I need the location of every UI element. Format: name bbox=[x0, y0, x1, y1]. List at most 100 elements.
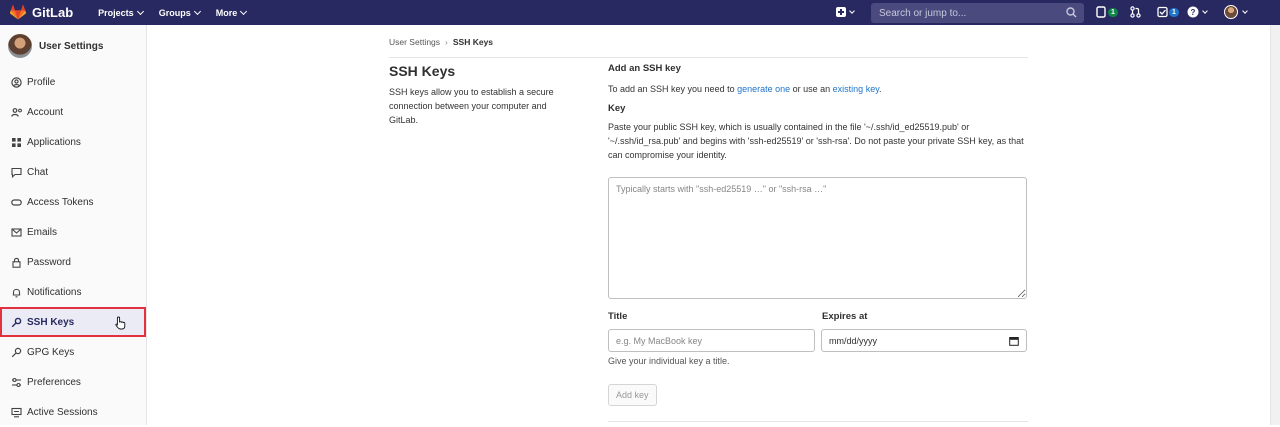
chevron-down-icon bbox=[849, 7, 855, 14]
expires-label: Expires at bbox=[822, 311, 868, 322]
sidebar-item-label: Chat bbox=[27, 166, 49, 178]
top-navbar: GitLab Projects Groups More 1 bbox=[0, 0, 1280, 25]
title-field[interactable] bbox=[608, 329, 815, 352]
instructions-text: . bbox=[879, 84, 882, 94]
intro-section: SSH Keys SSH keys allow you to establish… bbox=[389, 63, 574, 127]
title-input[interactable] bbox=[616, 335, 807, 346]
sidebar-item-chat[interactable]: Chat bbox=[0, 157, 146, 187]
settings-sidebar: User Settings Profile Account Applicatio… bbox=[0, 25, 147, 425]
user-avatar-icon bbox=[1224, 5, 1238, 19]
calendar-icon[interactable] bbox=[1009, 336, 1019, 346]
chevron-down-icon bbox=[240, 7, 248, 15]
plus-icon bbox=[836, 7, 846, 17]
breadcrumb: User Settings › SSH Keys bbox=[389, 37, 493, 47]
sidebar-item-ssh-keys[interactable]: SSH Keys bbox=[0, 307, 146, 337]
issues-icon bbox=[1096, 6, 1106, 18]
svg-text:?: ? bbox=[1191, 8, 1196, 17]
bell-icon bbox=[10, 286, 22, 298]
top-nav-menu: Projects Groups More bbox=[98, 7, 262, 18]
sidebar-item-label: Preferences bbox=[27, 376, 81, 388]
sidebar-item-label: Notifications bbox=[27, 286, 82, 298]
instructions-text: To add an SSH key you need to bbox=[608, 84, 738, 94]
merge-request-icon bbox=[1130, 6, 1141, 18]
sidebar-header[interactable]: User Settings bbox=[0, 25, 146, 67]
sidebar-item-applications[interactable]: Applications bbox=[0, 127, 146, 157]
sidebar-item-active-sessions[interactable]: Active Sessions bbox=[0, 397, 146, 427]
more-label: More bbox=[215, 7, 238, 18]
add-key-instructions: To add an SSH key you need to generate o… bbox=[608, 82, 1028, 96]
preferences-icon bbox=[10, 376, 22, 388]
chevron-down-icon bbox=[1242, 7, 1248, 14]
key-help-text: Paste your public SSH key, which is usua… bbox=[608, 122, 1024, 160]
email-icon bbox=[10, 226, 22, 238]
sidebar-item-password[interactable]: Password bbox=[0, 247, 146, 277]
chevron-down-icon bbox=[193, 7, 201, 15]
chevron-down-icon bbox=[1202, 7, 1208, 14]
projects-dropdown[interactable]: Projects bbox=[98, 7, 144, 18]
add-ssh-key-form: Add an SSH key To add an SSH key you nee… bbox=[608, 62, 1028, 406]
todos-icon bbox=[1157, 6, 1168, 18]
breadcrumb-separator: › bbox=[445, 37, 448, 47]
sidebar-item-emails[interactable]: Emails bbox=[0, 217, 146, 247]
key-icon bbox=[10, 346, 22, 358]
user-menu-dropdown[interactable] bbox=[1224, 5, 1248, 19]
sidebar-item-label: Account bbox=[27, 106, 64, 118]
sidebar-item-profile[interactable]: Profile bbox=[0, 67, 146, 97]
sidebar-item-label: Password bbox=[27, 256, 71, 268]
profile-icon bbox=[10, 76, 22, 88]
title-help-text: Give your individual key a title. bbox=[608, 356, 730, 366]
lock-icon bbox=[10, 256, 22, 268]
header-divider bbox=[389, 57, 1028, 58]
chevron-down-icon bbox=[136, 7, 144, 15]
key-textarea[interactable] bbox=[608, 177, 1027, 299]
help-dropdown[interactable]: ? bbox=[1187, 6, 1208, 18]
sidebar-item-label: SSH Keys bbox=[27, 316, 75, 328]
breadcrumb-parent-link[interactable]: User Settings bbox=[389, 37, 440, 47]
token-icon bbox=[10, 196, 22, 208]
title-label: Title bbox=[608, 311, 628, 322]
chat-icon bbox=[10, 166, 22, 178]
sidebar-item-label: Access Tokens bbox=[27, 196, 94, 208]
sidebar-item-account[interactable]: Account bbox=[0, 97, 146, 127]
search-icon bbox=[1066, 7, 1077, 18]
issues-count-badge: 1 bbox=[1108, 7, 1118, 17]
issues-link[interactable]: 1 bbox=[1096, 6, 1118, 18]
page-scrollbar[interactable] bbox=[1270, 25, 1280, 425]
projects-label: Projects bbox=[98, 7, 134, 18]
page-description: SSH keys allow you to establish a secure… bbox=[389, 87, 554, 125]
search-box[interactable] bbox=[871, 3, 1084, 23]
brand-home-link[interactable]: GitLab bbox=[10, 5, 73, 20]
todos-link[interactable]: 1 bbox=[1157, 6, 1179, 18]
applications-icon bbox=[10, 136, 22, 148]
gitlab-logo-icon bbox=[10, 5, 26, 20]
sidebar-item-label: Emails bbox=[27, 226, 58, 238]
form-heading: Add an SSH key bbox=[608, 63, 681, 74]
sidebar-item-access-tokens[interactable]: Access Tokens bbox=[0, 187, 146, 217]
monitor-icon bbox=[10, 406, 22, 418]
sidebar-item-preferences[interactable]: Preferences bbox=[0, 367, 146, 397]
sidebar-title: User Settings bbox=[39, 40, 104, 52]
breadcrumb-current[interactable]: SSH Keys bbox=[453, 37, 493, 47]
new-dropdown[interactable] bbox=[836, 7, 855, 17]
page-title: SSH Keys bbox=[389, 63, 456, 79]
expires-date-input[interactable]: mm/dd/yyyy bbox=[821, 329, 1027, 352]
sidebar-item-label: Applications bbox=[27, 136, 81, 148]
merge-requests-link[interactable] bbox=[1130, 6, 1141, 18]
sidebar-item-gpg-keys[interactable]: GPG Keys bbox=[0, 337, 146, 367]
brand-name: GitLab bbox=[32, 5, 74, 20]
existing-key-link[interactable]: existing key bbox=[833, 84, 879, 94]
groups-label: Groups bbox=[158, 7, 191, 18]
hand-cursor-icon bbox=[115, 316, 126, 330]
groups-dropdown[interactable]: Groups bbox=[158, 7, 201, 18]
todos-count-badge: 1 bbox=[1169, 7, 1179, 17]
avatar bbox=[8, 34, 32, 58]
more-dropdown[interactable]: More bbox=[215, 7, 248, 18]
add-key-button[interactable]: Add key bbox=[608, 384, 657, 406]
account-icon bbox=[10, 106, 22, 118]
search-input[interactable] bbox=[879, 7, 1059, 19]
sidebar-item-notifications[interactable]: Notifications bbox=[0, 277, 146, 307]
instructions-text: or use an bbox=[790, 84, 833, 94]
sidebar-item-label: Active Sessions bbox=[27, 406, 98, 418]
generate-one-link[interactable]: generate one bbox=[737, 84, 790, 94]
key-label: Key bbox=[608, 103, 626, 114]
